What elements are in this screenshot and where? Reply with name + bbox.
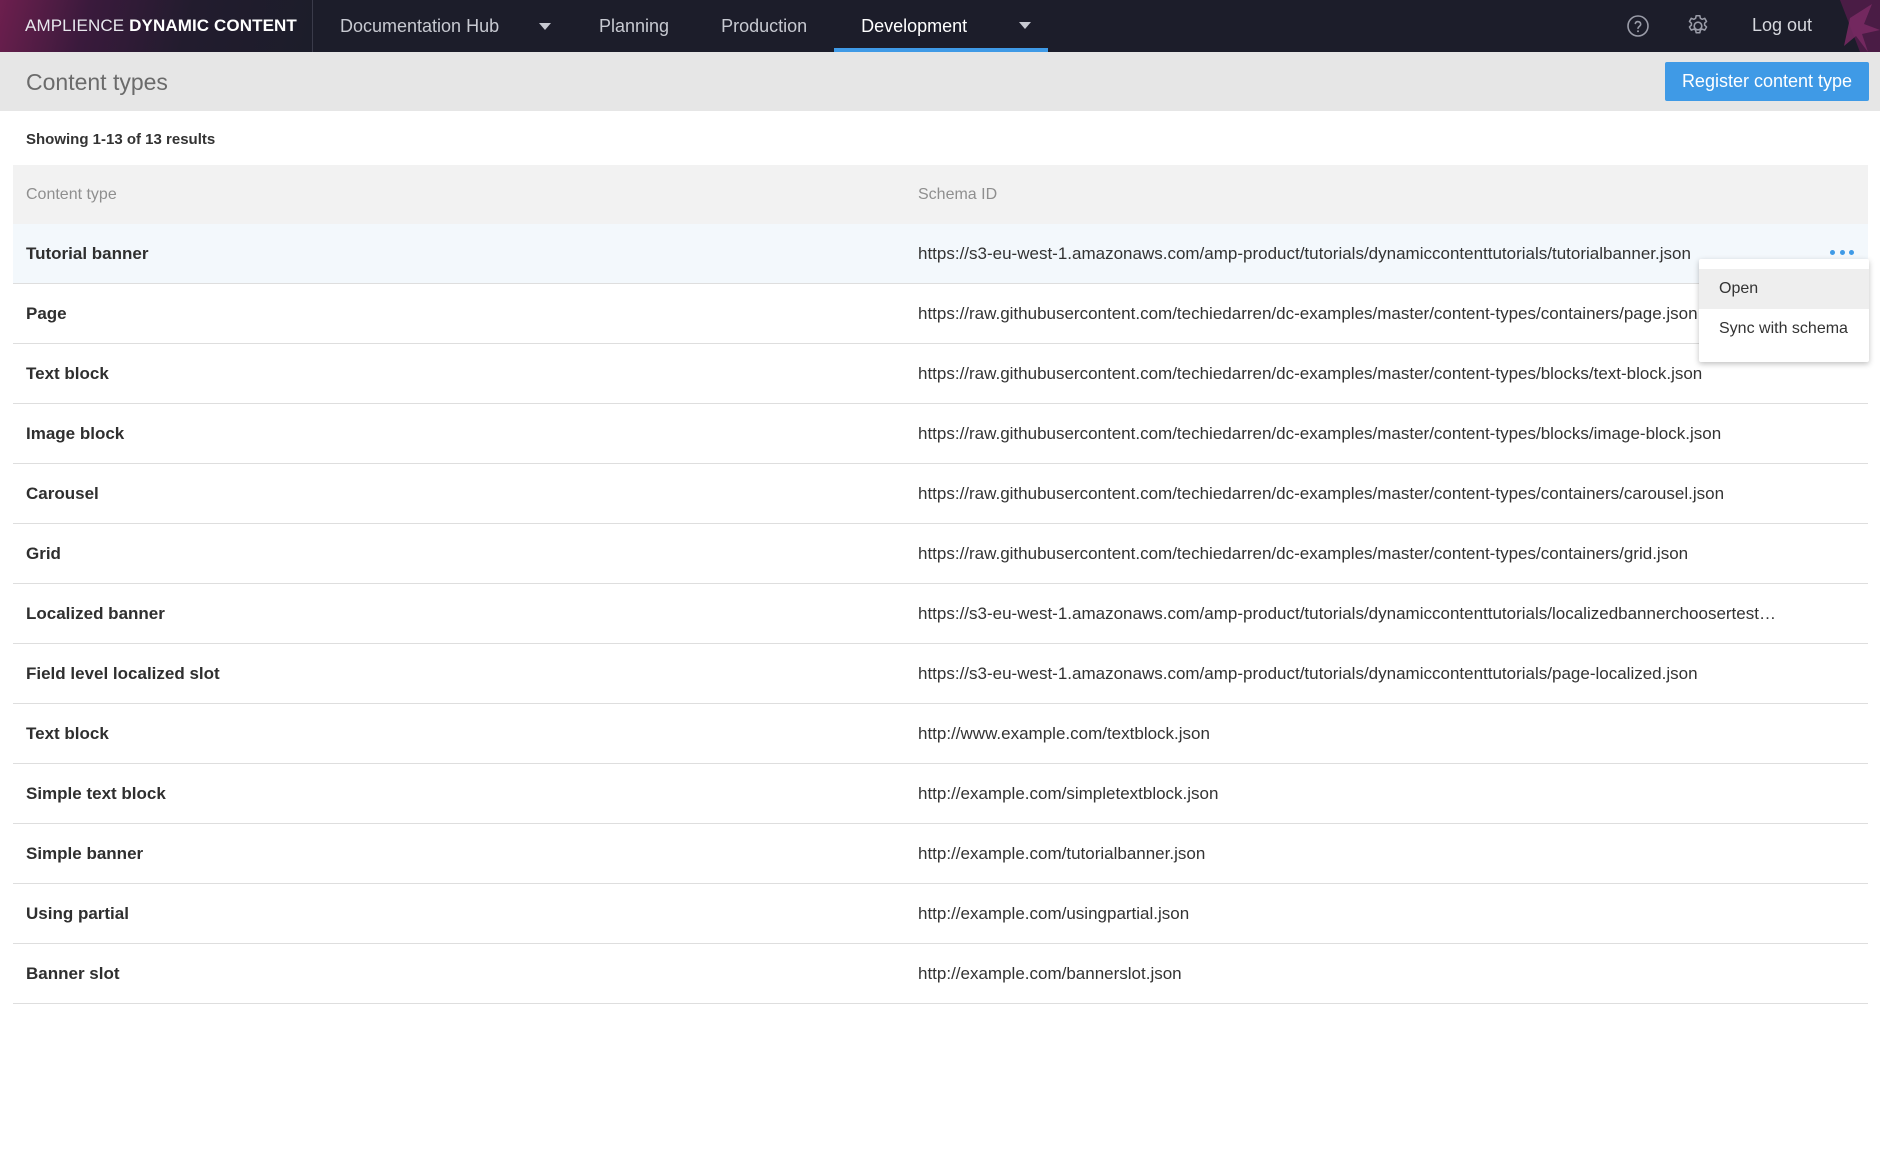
content-type-name[interactable]: Page bbox=[26, 304, 67, 324]
brand-strong-text: DYNAMIC CONTENT bbox=[129, 16, 297, 35]
content-type-name[interactable]: Field level localized slot bbox=[26, 664, 220, 684]
table-row[interactable]: Simple text block http://example.com/simp… bbox=[13, 764, 1868, 824]
content-type-name[interactable]: Simple text block bbox=[26, 784, 166, 804]
schema-id: http://example.com/bannerslot.json bbox=[918, 963, 1182, 983]
nav-tab-development[interactable]: Development bbox=[834, 0, 1049, 52]
table-row[interactable]: Tutorial banner https://s3-eu-west-1.amaz… bbox=[13, 224, 1868, 284]
schema-id: https://s3-eu-west-1.amazonaws.com/amp-p… bbox=[918, 603, 1776, 623]
schema-id: https://raw.githubusercontent.com/techie… bbox=[918, 423, 1722, 443]
app-logo[interactable]: AMPLIENCE DYNAMIC CONTENT bbox=[0, 0, 313, 52]
schema-id: https://raw.githubusercontent.com/techie… bbox=[918, 303, 1698, 323]
content-type-name[interactable]: Grid bbox=[26, 544, 61, 564]
table-row[interactable]: Image block https://raw.githubusercontent… bbox=[13, 404, 1868, 464]
nav-tab-production[interactable]: Production bbox=[721, 0, 807, 52]
nav-tab-development-label: Development bbox=[861, 15, 968, 36]
table-row[interactable]: Localized banner https://s3-eu-west-1.ama… bbox=[13, 584, 1868, 644]
content-type-name[interactable]: Carousel bbox=[26, 484, 99, 504]
content-type-name[interactable]: Banner slot bbox=[26, 964, 120, 984]
brand-light-text: AMPLIENCE bbox=[25, 16, 125, 35]
column-header-content-type[interactable]: Content type bbox=[26, 186, 117, 204]
table-header: Content type Schema ID bbox=[13, 165, 1868, 224]
column-header-schema-id[interactable]: Schema ID bbox=[918, 186, 997, 204]
more-actions-dot bbox=[1849, 249, 1854, 255]
development-dropdown-chevron-icon[interactable] bbox=[1019, 22, 1032, 29]
more-actions-icon[interactable] bbox=[1830, 248, 1854, 256]
nav-tab-planning[interactable]: Planning bbox=[599, 0, 669, 52]
schema-id: https://raw.githubusercontent.com/techie… bbox=[918, 363, 1703, 383]
table-row[interactable]: Simple banner http://example.com/tutorial… bbox=[13, 824, 1868, 884]
content-type-name[interactable]: Localized banner bbox=[26, 604, 165, 624]
results-count: Showing 1-13 of 13 results bbox=[26, 131, 216, 148]
nav-tab-production-label: Production bbox=[721, 15, 808, 36]
menu-item-open[interactable]: Open bbox=[1699, 269, 1869, 309]
hub-selector[interactable]: Documentation Hub bbox=[313, 0, 565, 52]
schema-id: http://example.com/tutorialbanner.json bbox=[918, 843, 1206, 863]
schema-id: https://s3-eu-west-1.amazonaws.com/amp-p… bbox=[918, 243, 1691, 263]
table-row[interactable]: Field level localized slot https://s3-eu-… bbox=[13, 644, 1868, 704]
row-context-menu: Open Sync with schema bbox=[1699, 259, 1869, 362]
hub-dropdown-chevron-icon[interactable] bbox=[539, 23, 551, 30]
decorative-corner-graphic bbox=[1820, 0, 1880, 52]
logout-link[interactable]: Log out bbox=[1752, 15, 1812, 36]
table-row[interactable]: Carousel https://raw.githubusercontent.co… bbox=[13, 464, 1868, 524]
schema-id: http://www.example.com/textblock.json bbox=[918, 723, 1210, 743]
content-type-name[interactable]: Text block bbox=[26, 364, 109, 384]
table-row[interactable]: Banner slot http://example.com/bannerslot… bbox=[13, 944, 1868, 1004]
content-type-name[interactable]: Image block bbox=[26, 424, 124, 444]
more-actions-dot bbox=[1839, 249, 1845, 255]
content-type-name[interactable]: Simple banner bbox=[26, 844, 143, 864]
content-types-table: Content type Schema ID Tutorial banner ht… bbox=[13, 165, 1868, 1004]
menu-item-sync-with-schema[interactable]: Sync with schema bbox=[1699, 309, 1869, 349]
schema-id: https://raw.githubusercontent.com/techie… bbox=[918, 483, 1725, 503]
page-title: Content types bbox=[26, 69, 168, 95]
content-type-name[interactable]: Tutorial banner bbox=[26, 244, 148, 264]
table-row[interactable]: Grid https://raw.githubusercontent.com/te… bbox=[13, 524, 1868, 584]
content-type-name[interactable]: Using partial bbox=[26, 904, 129, 924]
table-row[interactable]: Text block https://raw.githubusercontent.… bbox=[13, 344, 1868, 404]
page-header: Content types Register content type bbox=[0, 52, 1880, 111]
schema-id: http://example.com/usingpartial.json bbox=[918, 903, 1190, 923]
content-type-name[interactable]: Text block bbox=[26, 724, 109, 744]
more-actions-dot bbox=[1830, 249, 1835, 255]
nav-tab-planning-label: Planning bbox=[599, 15, 670, 36]
hub-name: Documentation Hub bbox=[340, 15, 500, 36]
register-content-type-button[interactable]: Register content type bbox=[1665, 62, 1869, 101]
table-row[interactable]: Text block http://www.example.com/textblo… bbox=[13, 704, 1868, 764]
gear-icon[interactable] bbox=[1684, 12, 1712, 40]
table-body: Tutorial banner https://s3-eu-west-1.amaz… bbox=[13, 224, 1868, 1004]
table-row[interactable]: Page https://raw.githubusercontent.com/te… bbox=[13, 284, 1868, 344]
table-row[interactable]: Using partial http://example.com/usingpar… bbox=[13, 884, 1868, 944]
help-icon[interactable] bbox=[1624, 12, 1652, 40]
schema-id: http://example.com/simpletextblock.json bbox=[918, 783, 1219, 803]
schema-id: https://raw.githubusercontent.com/techie… bbox=[918, 543, 1689, 563]
schema-id: https://s3-eu-west-1.amazonaws.com/amp-p… bbox=[918, 663, 1698, 683]
top-navigation-bar: AMPLIENCE DYNAMIC CONTENT Documentation … bbox=[0, 0, 1880, 52]
